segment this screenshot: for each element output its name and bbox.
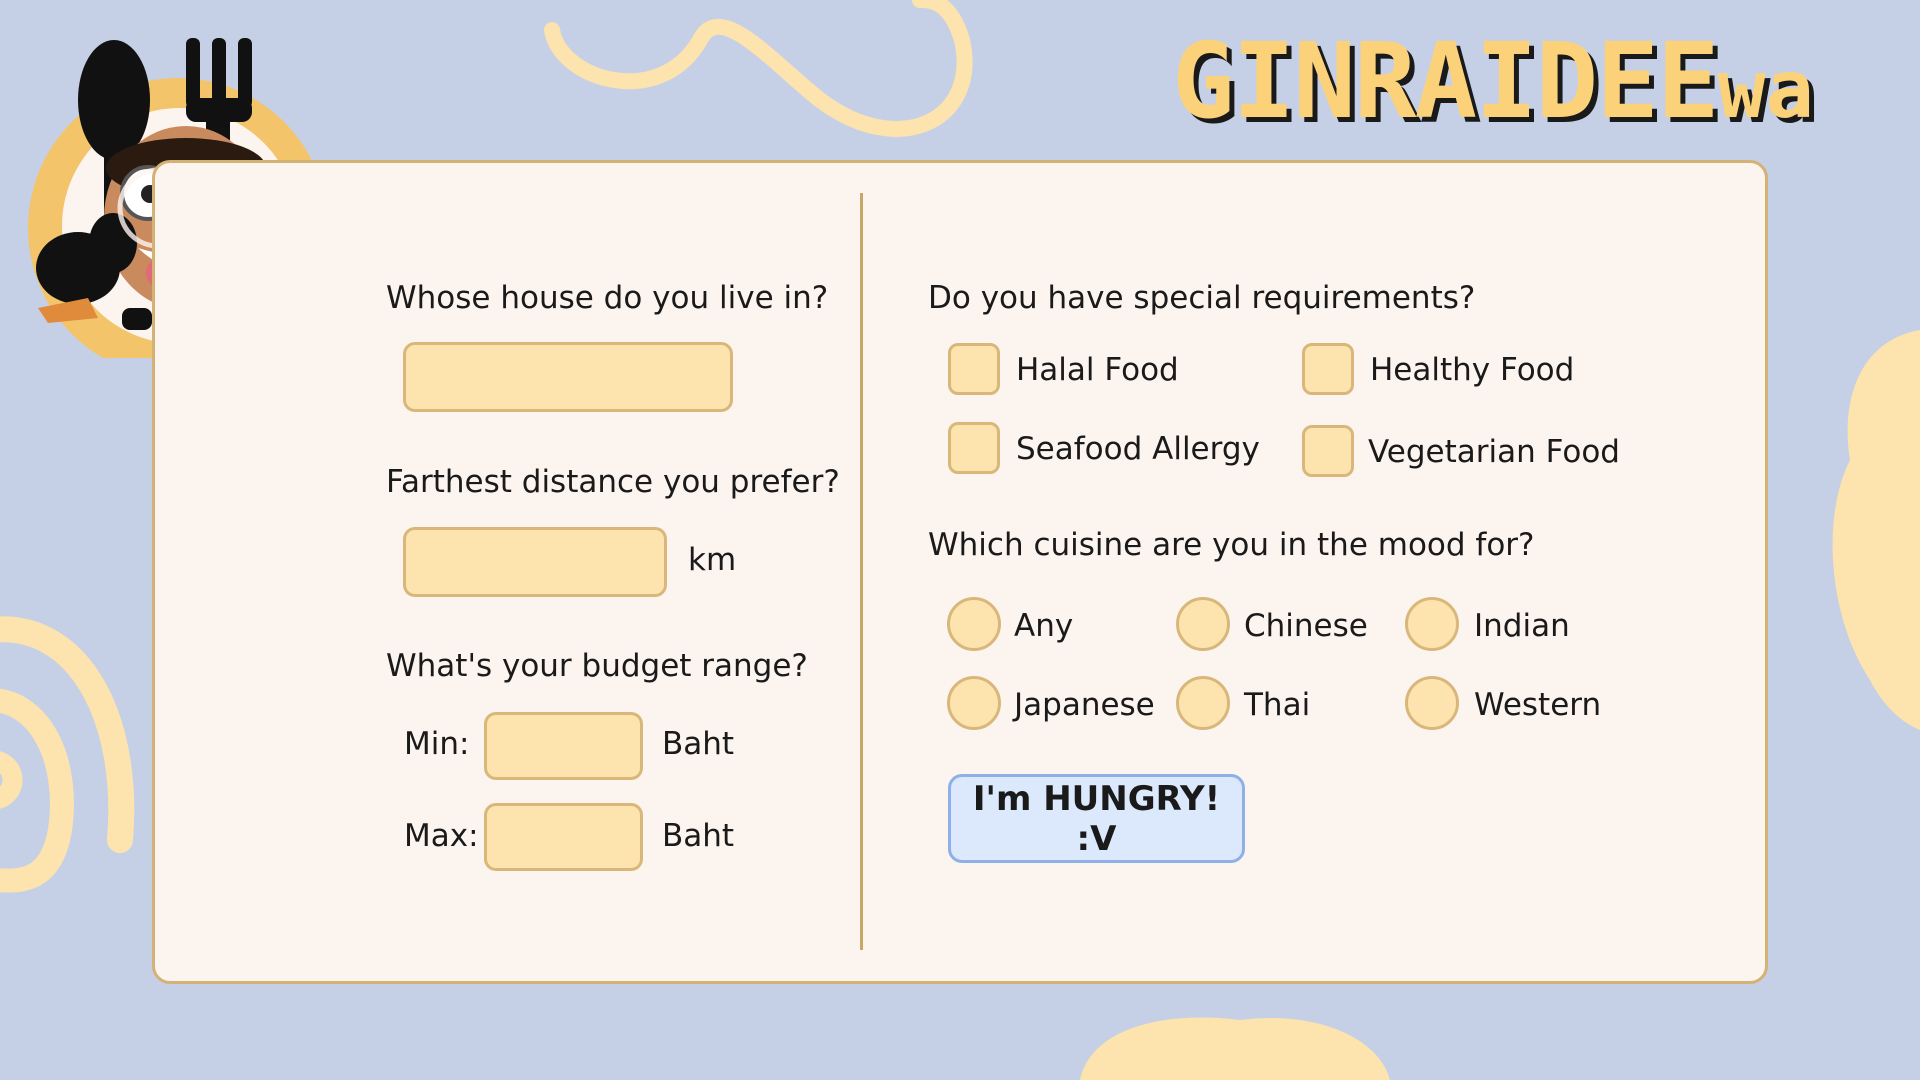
distance-input[interactable]: [403, 527, 667, 597]
halal-food-checkbox[interactable]: [948, 343, 1000, 395]
house-question: Whose house do you live in?: [386, 280, 829, 316]
distance-unit: km: [688, 542, 737, 578]
seafood-allergy-checkbox[interactable]: [948, 422, 1000, 474]
distance-question: Farthest distance you prefer?: [386, 464, 840, 500]
house-input[interactable]: [403, 342, 733, 412]
cuisine-indian-label: Indian: [1474, 608, 1570, 644]
min-unit: Baht: [662, 726, 735, 762]
requirements-question: Do you have special requirements?: [928, 280, 1476, 316]
cuisine-question: Which cuisine are you in the mood for?: [928, 527, 1535, 563]
cuisine-indian-radio[interactable]: [1405, 597, 1459, 651]
cuisine-western-radio[interactable]: [1405, 676, 1459, 730]
healthy-food-label: Healthy Food: [1370, 352, 1575, 388]
max-label: Max:: [404, 818, 479, 854]
healthy-food-checkbox[interactable]: [1302, 343, 1354, 395]
max-unit: Baht: [662, 818, 735, 854]
cuisine-thai-radio[interactable]: [1176, 676, 1230, 730]
cuisine-chinese-radio[interactable]: [1176, 597, 1230, 651]
cuisine-thai-label: Thai: [1244, 687, 1311, 723]
panel-divider: [860, 193, 863, 950]
seafood-allergy-label: Seafood Allergy: [1016, 431, 1260, 467]
max-budget-input[interactable]: [484, 803, 643, 871]
vegetarian-food-label: Vegetarian Food: [1368, 434, 1620, 470]
budget-question: What's your budget range?: [386, 648, 808, 684]
im-hungry-button[interactable]: I'm HUNGRY! :V: [948, 774, 1245, 863]
cuisine-japanese-radio[interactable]: [947, 676, 1001, 730]
min-budget-input[interactable]: [484, 712, 643, 780]
app-title-suffix: wa: [1717, 43, 1814, 136]
cuisine-western-label: Western: [1474, 687, 1602, 723]
cuisine-japanese-label: Japanese: [1014, 687, 1155, 723]
vegetarian-food-checkbox[interactable]: [1302, 425, 1354, 477]
cuisine-any-radio[interactable]: [947, 597, 1001, 651]
cuisine-chinese-label: Chinese: [1244, 608, 1368, 644]
halal-food-label: Halal Food: [1016, 352, 1179, 388]
cuisine-any-label: Any: [1014, 608, 1074, 644]
min-label: Min:: [404, 726, 470, 762]
app-title: GINRAIDEEwa: [1172, 20, 1814, 142]
